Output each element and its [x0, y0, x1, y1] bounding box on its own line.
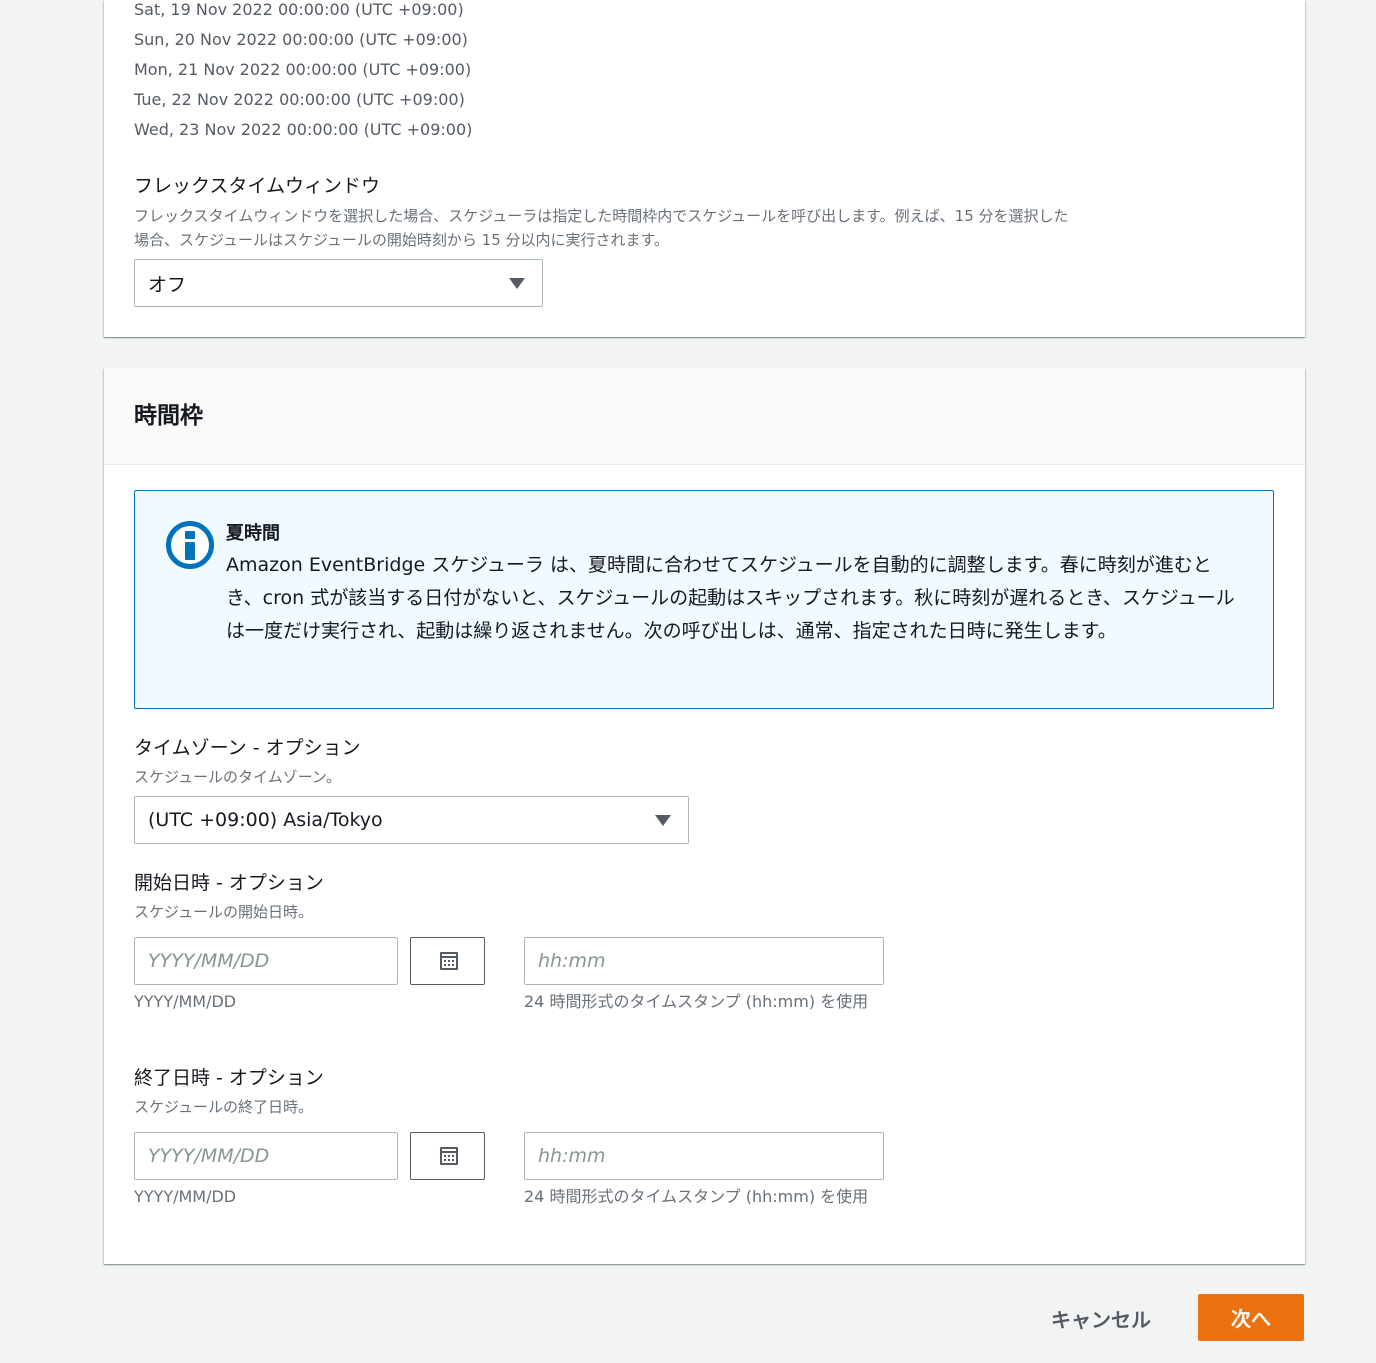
occurrence-item: Sat, 19 Nov 2022 00:00:00 (UTC +09:00)	[134, 0, 464, 19]
end-date-hint: YYYY/MM/DD	[134, 1187, 237, 1206]
occurrence-item: Wed, 23 Nov 2022 00:00:00 (UTC +09:00)	[134, 120, 473, 139]
start-date-placeholder: YYYY/MM/DD	[148, 950, 270, 972]
occurrence-item: Sun, 20 Nov 2022 00:00:00 (UTC +09:00)	[134, 30, 468, 49]
schedule-pattern-card: Sat, 19 Nov 2022 00:00:00 (UTC +09:00) S…	[104, 0, 1305, 337]
end-date-placeholder: YYYY/MM/DD	[148, 1145, 270, 1167]
end-datetime-description: スケジュールの終了日時。	[134, 1098, 313, 1116]
cancel-button[interactable]: キャンセル	[1030, 1295, 1172, 1341]
end-datetime-label: 終了日時 - オプション	[134, 1067, 324, 1089]
caret-down-icon	[655, 815, 671, 826]
start-datetime-label: 開始日時 - オプション	[134, 872, 324, 894]
next-button[interactable]: 次へ	[1198, 1294, 1304, 1341]
alert-title: 夏時間	[226, 523, 280, 544]
timeframe-heading: 時間枠	[134, 403, 203, 429]
start-date-calendar-button[interactable]	[410, 937, 485, 985]
timezone-description: スケジュールのタイムゾーン。	[134, 768, 342, 786]
end-time-placeholder: hh:mm	[538, 1145, 606, 1167]
timezone-select[interactable]: (UTC +09:00) Asia/Tokyo	[134, 796, 689, 844]
calendar-icon	[440, 1147, 458, 1165]
start-time-hint: 24 時間形式のタイムスタンプ (hh:mm) を使用	[524, 992, 869, 1011]
alert-body: Amazon EventBridge スケジューラ は、夏時間に合わせてスケジュ…	[226, 554, 1235, 642]
flex-window-select-value: オフ	[148, 273, 187, 296]
start-time-input[interactable]: hh:mm	[524, 937, 884, 985]
dst-info-alert: 夏時間 Amazon EventBridge スケジューラ は、夏時間に合わせて…	[134, 490, 1274, 709]
calendar-icon	[440, 952, 458, 970]
flex-window-label: フレックスタイムウィンドウ	[134, 175, 381, 197]
timeframe-card-header: 時間枠	[104, 368, 1305, 465]
flex-window-description-line1: フレックスタイムウィンドウを選択した場合、スケジューラは指定した時間枠内でスケジ…	[134, 207, 1069, 225]
start-time-placeholder: hh:mm	[538, 950, 606, 972]
timezone-select-value: (UTC +09:00) Asia/Tokyo	[148, 809, 383, 831]
end-date-input[interactable]: YYYY/MM/DD	[134, 1132, 398, 1180]
flex-window-description-line2: 場合、スケジュールはスケジュールの開始時刻から 15 分以内に実行されます。	[134, 231, 670, 249]
occurrence-item: Mon, 21 Nov 2022 00:00:00 (UTC +09:00)	[134, 60, 472, 79]
end-date-calendar-button[interactable]	[410, 1132, 485, 1180]
timezone-label: タイムゾーン - オプション	[134, 737, 361, 759]
info-icon	[166, 521, 214, 569]
occurrence-item: Tue, 22 Nov 2022 00:00:00 (UTC +09:00)	[134, 90, 465, 109]
start-datetime-description: スケジュールの開始日時。	[134, 903, 313, 921]
end-time-hint: 24 時間形式のタイムスタンプ (hh:mm) を使用	[524, 1187, 869, 1206]
timeframe-card: 時間枠 夏時間 Amazon EventBridge スケジューラ は、夏時間に…	[104, 368, 1305, 1264]
caret-down-icon	[509, 278, 525, 289]
start-date-hint: YYYY/MM/DD	[134, 992, 237, 1011]
end-time-input[interactable]: hh:mm	[524, 1132, 884, 1180]
flex-window-select[interactable]: オフ	[134, 259, 543, 307]
start-date-input[interactable]: YYYY/MM/DD	[134, 937, 398, 985]
